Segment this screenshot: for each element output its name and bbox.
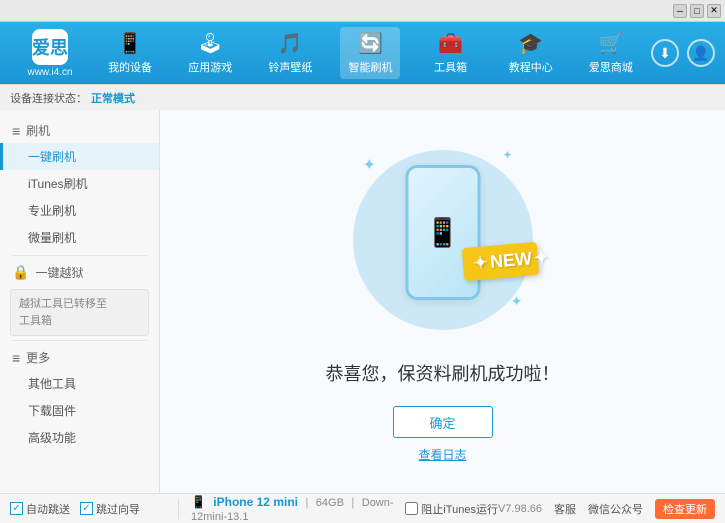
sidebar-item-itunes-flash[interactable]: iTunes刷机 (0, 170, 159, 197)
store-label: 爱思商城 (589, 59, 633, 75)
sidebar-item-pro-flash[interactable]: 专业刷机 (0, 197, 159, 224)
content-area: 📱 ✦ ✦ ✦ ✦ NEW ✦ 恭喜您，保资料刷机成功啦！ 确定 查看日志 (160, 110, 725, 493)
my-device-icon: 📱 (118, 31, 143, 56)
nav-ringtones[interactable]: 🎵 铃声壁纸 (260, 27, 320, 79)
apps-games-label: 应用游戏 (188, 59, 232, 75)
bottom-right: V7.98.66 客服 微信公众号 检查更新 (498, 499, 715, 519)
jailbreak-section: 🔒 一键越狱 越狱工具已转移至 工具箱 (0, 260, 159, 336)
user-button[interactable]: 👤 (687, 39, 715, 67)
checkbox-skip-guide[interactable]: ✓ 跳过向导 (80, 501, 140, 517)
flash-header-icon: ≡ (12, 123, 20, 139)
toolbox-label: 工具箱 (434, 59, 467, 75)
sidebar-item-other-tools[interactable]: 其他工具 (0, 370, 159, 397)
phone-illustration: 📱 ✦ ✦ ✦ ✦ NEW ✦ (343, 140, 543, 340)
notice-text: 越狱工具已转移至 工具箱 (19, 298, 107, 327)
divider-1 (178, 499, 179, 519)
more-section: ≡ 更多 其他工具 下载固件 高级功能 (0, 345, 159, 451)
auto-jump-label: 自动跳送 (26, 501, 70, 517)
smart-flash-icon: 🔄 (358, 31, 383, 56)
secondary-link[interactable]: 查看日志 (418, 446, 466, 463)
success-message: 恭喜您，保资料刷机成功啦！ (326, 360, 560, 386)
lock-icon: 🔒 (12, 264, 29, 281)
window-controls: ─ □ ✕ (673, 4, 721, 18)
device-sep-1: | (305, 495, 308, 509)
sidebar-item-one-click-flash[interactable]: 一键刷机 (0, 143, 159, 170)
device-icon: 📱 (191, 495, 206, 509)
wechat-public-link[interactable]: 微信公众号 (588, 501, 643, 517)
nav-toolbox[interactable]: 🧰 工具箱 (421, 27, 481, 79)
title-bar: ─ □ ✕ (0, 0, 725, 22)
device-sep-2: | (351, 495, 354, 509)
close-button[interactable]: ✕ (707, 4, 721, 18)
status-bar: 设备连接状态： 正常模式 (0, 84, 725, 110)
sidebar-item-download-firmware[interactable]: 下载固件 (0, 397, 159, 424)
jailbreak-header: 🔒 一键越狱 (0, 260, 159, 285)
skip-guide-label: 跳过向导 (96, 501, 140, 517)
sparkle-icon-2: ✦ (502, 148, 512, 162)
checkbox-area: ✓ 自动跳送 ✓ 跳过向导 (10, 501, 170, 517)
toolbox-icon: 🧰 (438, 31, 463, 56)
skip-guide-checkbox[interactable]: ✓ (80, 502, 93, 515)
new-badge: ✦ NEW ✦ (463, 245, 538, 300)
ringtones-icon: 🎵 (278, 31, 303, 56)
checkbox-auto-jump[interactable]: ✓ 自动跳送 (10, 501, 70, 517)
device-storage: 64GB (316, 497, 344, 509)
status-value: 正常模式 (91, 90, 135, 106)
store-icon: 🛒 (598, 31, 623, 56)
new-banner-text: ✦ NEW ✦ (461, 242, 539, 281)
tutorials-icon: 🎓 (518, 31, 543, 56)
confirm-button[interactable]: 确定 (393, 406, 493, 438)
logo-site: www.i4.cn (27, 67, 72, 78)
jailbreak-label: 一键越狱 (35, 264, 83, 281)
apps-games-icon: 🕹 (198, 31, 223, 56)
customer-service-link[interactable]: 客服 (554, 501, 576, 517)
sidebar-divider-1 (12, 255, 147, 256)
flash-section: ≡ 刷机 一键刷机 iTunes刷机 专业刷机 微量刷机 (0, 118, 159, 251)
nav-store[interactable]: 🛒 爱思商城 (581, 27, 641, 79)
smart-flash-label: 智能刷机 (348, 59, 392, 75)
tutorials-label: 教程中心 (509, 59, 553, 75)
update-button[interactable]: 检查更新 (655, 499, 715, 519)
stop-itunes-label: 阻止iTunes运行 (421, 501, 498, 517)
more-section-header: ≡ 更多 (0, 345, 159, 370)
sparkle-icon-1: ✦ (363, 155, 376, 175)
sidebar-item-save-flash[interactable]: 微量刷机 (0, 224, 159, 251)
version-text: V7.98.66 (498, 503, 542, 515)
sidebar-item-advanced[interactable]: 高级功能 (0, 424, 159, 451)
nav-bar: 爱思 www.i4.cn 📱 我的设备 🕹 应用游戏 🎵 铃声壁纸 🔄 智能刷机… (0, 22, 725, 84)
jailbreak-notice: 越狱工具已转移至 工具箱 (10, 289, 149, 336)
nav-apps-games[interactable]: 🕹 应用游戏 (180, 27, 240, 79)
nav-items: 📱 我的设备 🕹 应用游戏 🎵 铃声壁纸 🔄 智能刷机 🧰 工具箱 🎓 教程中心… (90, 27, 651, 79)
nav-tutorials[interactable]: 🎓 教程中心 (501, 27, 561, 79)
device-info: 📱 iPhone 12 mini | 64GB | Down-12mini-13… (187, 495, 405, 523)
download-button[interactable]: ⬇ (651, 39, 679, 67)
stop-itunes-area: 阻止iTunes运行 (405, 501, 498, 517)
ringtones-label: 铃声壁纸 (268, 59, 312, 75)
nav-smart-flash[interactable]: 🔄 智能刷机 (340, 27, 400, 79)
stop-itunes-checkbox[interactable] (405, 502, 418, 515)
flash-section-header: ≡ 刷机 (0, 118, 159, 143)
bottom-bar: ✓ 自动跳送 ✓ 跳过向导 📱 iPhone 12 mini | 64GB | … (0, 493, 725, 523)
my-device-label: 我的设备 (108, 59, 152, 75)
sidebar: ≡ 刷机 一键刷机 iTunes刷机 专业刷机 微量刷机 🔒 一键越狱 (0, 110, 160, 493)
auto-jump-checkbox[interactable]: ✓ (10, 502, 23, 515)
device-name: iPhone 12 mini (213, 495, 298, 509)
nav-right-buttons: ⬇ 👤 (651, 39, 715, 67)
more-icon: ≡ (12, 350, 20, 366)
phone-screen-content: 📱 (425, 216, 460, 249)
maximize-button[interactable]: □ (690, 4, 704, 18)
app-logo: 爱思 www.i4.cn (10, 29, 90, 78)
main-area: ≡ 刷机 一键刷机 iTunes刷机 专业刷机 微量刷机 🔒 一键越狱 (0, 110, 725, 493)
sidebar-divider-2 (12, 340, 147, 341)
status-label: 设备连接状态： (10, 90, 87, 106)
more-label: 更多 (26, 349, 50, 366)
minimize-button[interactable]: ─ (673, 4, 687, 18)
flash-header-label: 刷机 (26, 122, 50, 139)
nav-my-device[interactable]: 📱 我的设备 (100, 27, 160, 79)
logo-icon: 爱思 (32, 29, 68, 65)
